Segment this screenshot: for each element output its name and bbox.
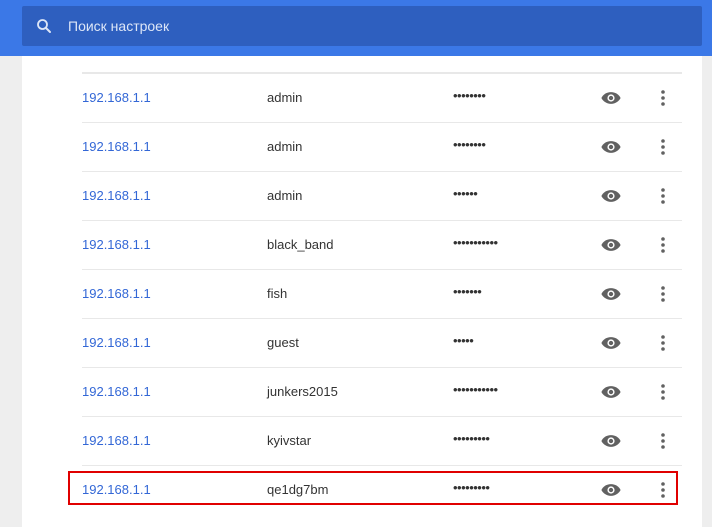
saved-password-mask: ••••••••••• xyxy=(453,235,498,250)
table-row: 192.168.1.1 admin •••••• xyxy=(82,171,682,220)
saved-username: junkers2015 xyxy=(267,384,338,399)
search-icon[interactable] xyxy=(35,17,53,35)
saved-password-mask: •••••• xyxy=(453,186,478,201)
table-row: 192.168.1.1 junkers2015 ••••••••••• xyxy=(82,367,682,416)
more-vert-icon[interactable] xyxy=(657,480,669,500)
table-row: 192.168.1.1 black_band ••••••••••• xyxy=(82,220,682,269)
saved-site-link[interactable]: 192.168.1.1 xyxy=(82,482,151,497)
saved-site-link[interactable]: 192.168.1.1 xyxy=(82,384,151,399)
saved-username: kyivstar xyxy=(267,433,312,448)
saved-password-mask: ••••• xyxy=(453,333,474,348)
saved-passwords-card: 192.168.1.1 admin •••••••• 192.168.1.1 a… xyxy=(22,56,702,527)
eye-icon[interactable] xyxy=(601,187,621,205)
saved-site-link[interactable]: 192.168.1.1 xyxy=(82,335,151,350)
saved-password-mask: ••••••••• xyxy=(453,431,490,446)
table-row: 192.168.1.1 admin •••••••• xyxy=(82,73,682,122)
eye-icon[interactable] xyxy=(601,138,621,156)
saved-username: guest xyxy=(267,335,299,350)
table-row: 192.168.1.1 fish ••••••• xyxy=(82,269,682,318)
saved-username: admin xyxy=(267,139,303,154)
saved-password-mask: ••••••••••• xyxy=(453,382,498,397)
more-vert-icon[interactable] xyxy=(657,382,669,402)
saved-username: fish xyxy=(267,286,288,301)
more-vert-icon[interactable] xyxy=(657,137,669,157)
table-row: 192.168.1.1 qe1dg7bm ••••••••• xyxy=(82,465,682,514)
saved-password-mask: ••••••• xyxy=(453,284,482,299)
eye-icon[interactable] xyxy=(601,334,621,352)
saved-site-link[interactable]: 192.168.1.1 xyxy=(82,139,151,154)
table-row-partial xyxy=(82,24,682,73)
saved-password-mask: •••••••• xyxy=(453,88,486,103)
saved-username: admin xyxy=(267,188,303,203)
eye-icon[interactable] xyxy=(601,236,621,254)
eye-icon[interactable] xyxy=(601,89,621,107)
table-row: 192.168.1.1 kyivstar ••••••••• xyxy=(82,416,682,465)
more-vert-icon[interactable] xyxy=(657,284,669,304)
saved-username: qe1dg7bm xyxy=(267,482,329,497)
saved-password-mask: ••••••••• xyxy=(453,480,490,495)
saved-password-mask: •••••••• xyxy=(453,137,486,152)
saved-site-link[interactable]: 192.168.1.1 xyxy=(82,237,151,252)
more-vert-icon[interactable] xyxy=(657,333,669,353)
saved-site-link[interactable]: 192.168.1.1 xyxy=(82,188,151,203)
more-vert-icon[interactable] xyxy=(657,186,669,206)
more-vert-icon[interactable] xyxy=(657,88,669,108)
saved-site-link[interactable]: 192.168.1.1 xyxy=(82,90,151,105)
eye-icon[interactable] xyxy=(601,481,621,499)
saved-username: admin xyxy=(267,90,303,105)
table-row: 192.168.1.1 guest ••••• xyxy=(82,318,682,367)
saved-site-link[interactable]: 192.168.1.1 xyxy=(82,433,151,448)
eye-icon[interactable] xyxy=(601,285,621,303)
more-vert-icon[interactable] xyxy=(657,431,669,451)
table-row: 192.168.1.1 admin •••••••• xyxy=(82,122,682,171)
more-vert-icon[interactable] xyxy=(657,235,669,255)
eye-icon[interactable] xyxy=(601,432,621,450)
saved-username: black_band xyxy=(267,237,334,252)
eye-icon[interactable] xyxy=(601,383,621,401)
saved-site-link[interactable]: 192.168.1.1 xyxy=(82,286,151,301)
